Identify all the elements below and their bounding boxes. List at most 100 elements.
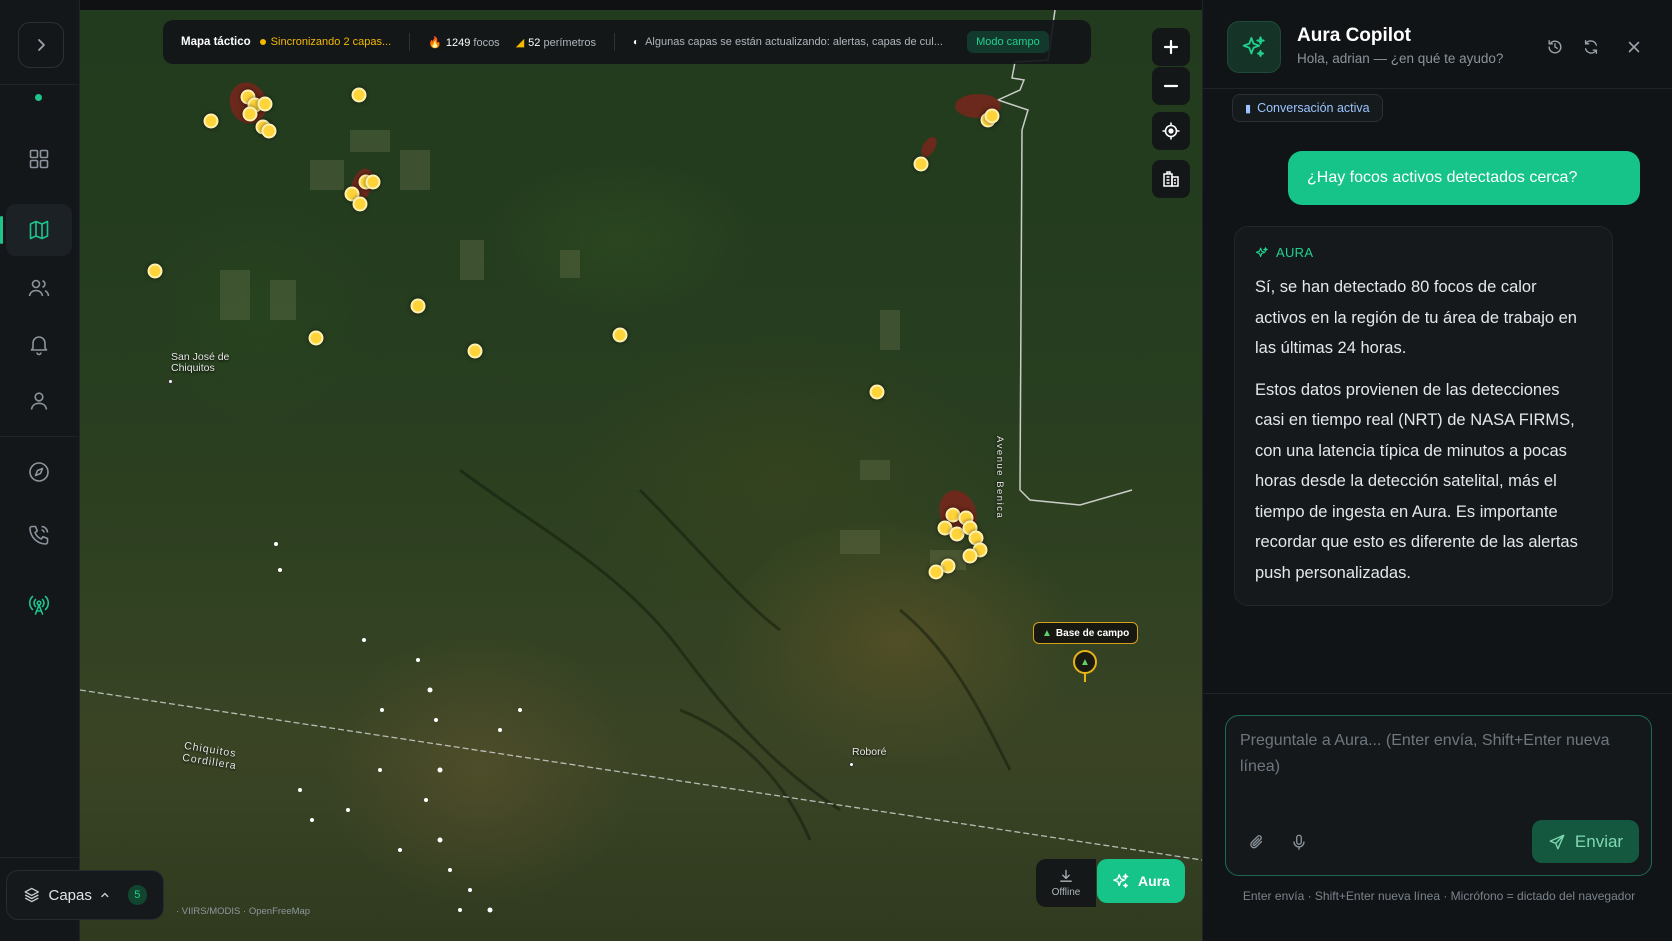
town-label-san-jose: San José de Chiquitos: [171, 351, 230, 374]
history-button[interactable]: [1544, 36, 1566, 58]
town-marker: [168, 379, 173, 384]
road-label: Avenue Benica: [994, 436, 1005, 520]
fire-hotspot[interactable]: [984, 108, 1000, 124]
rail-divider: [0, 857, 80, 858]
send-icon: [1549, 834, 1565, 849]
plus-icon: [1163, 39, 1179, 55]
close-icon: [1628, 41, 1640, 53]
rail-divider: [0, 84, 80, 85]
refresh-icon: [1584, 40, 1598, 54]
perimeters-count: 52: [528, 36, 541, 49]
tent-icon: ▲: [1080, 656, 1090, 668]
tactical-map[interactable]: San José de Chiquitos Roboré Chiquitos C…: [80, 10, 1202, 941]
town-label-robore: Roboré: [852, 746, 887, 758]
locate-button[interactable]: [1152, 112, 1190, 150]
map-status-bar: Mapa táctico Sincronizando 2 capas... 🔥 1…: [163, 20, 1091, 64]
nav-team[interactable]: [6, 262, 72, 314]
flame-icon: 🔥: [428, 36, 442, 49]
nav-dashboard[interactable]: [6, 133, 72, 185]
fire-hotspot[interactable]: [352, 196, 368, 212]
chat-bubble-icon: ▮: [1245, 102, 1252, 115]
divider: [409, 33, 411, 51]
sparkles-icon: [1113, 873, 1129, 888]
sparkles-icon: [1242, 36, 1265, 58]
zoom-in-button[interactable]: [1152, 28, 1190, 66]
building-icon: [1163, 171, 1179, 187]
app: San José de Chiquitos Roboré Chiquitos C…: [0, 0, 1672, 941]
panel-title: Aura Copilot: [1297, 25, 1411, 46]
microphone-button[interactable]: [1288, 831, 1310, 853]
fire-hotspot[interactable]: [365, 174, 381, 190]
panel-subtitle: Hola, adrian — ¿en qué te ayudo?: [1297, 51, 1504, 66]
fire-hotspot[interactable]: [467, 343, 483, 359]
conversation-status-chip: ▮ Conversación activa: [1232, 94, 1383, 122]
download-icon: [1060, 869, 1072, 882]
layers-warning: Algunas capas se están actualizando: ale…: [645, 36, 943, 48]
crosshair-icon: [1162, 122, 1180, 140]
fire-hotspot[interactable]: [962, 548, 978, 564]
user-icon: [30, 392, 48, 410]
expand-sidebar-button[interactable]: [18, 22, 64, 68]
new-chat-button[interactable]: [1580, 36, 1602, 58]
aura-button-label: Aura: [1138, 873, 1170, 889]
map-icon: [29, 220, 49, 240]
layers-toggle[interactable]: Capas 5: [6, 870, 164, 920]
nav-explore[interactable]: [6, 446, 72, 498]
perimeters-unit: perímetros: [543, 36, 597, 49]
fire-hotspot[interactable]: [308, 330, 324, 346]
panel-divider: [1203, 88, 1672, 89]
zoom-out-button[interactable]: [1152, 67, 1190, 105]
fire-hotspot[interactable]: [351, 87, 367, 103]
base-camp-text: Base de campo: [1055, 627, 1130, 639]
phone-call-icon: [29, 525, 49, 545]
layers-icon: [24, 887, 39, 903]
message-input[interactable]: [1240, 728, 1636, 792]
perimeters-stat[interactable]: ◢ 52 perímetros: [516, 36, 596, 49]
fire-hotspot[interactable]: [261, 123, 277, 139]
radio-tower-icon: [28, 595, 50, 615]
users-icon: [28, 279, 50, 297]
conversation-status: Conversación activa: [1257, 101, 1370, 115]
status-dot: [35, 94, 42, 101]
fire-hotspot[interactable]: [410, 298, 426, 314]
bell-icon: [30, 336, 48, 356]
fire-hotspot[interactable]: [203, 113, 219, 129]
nav-profile[interactable]: [6, 375, 72, 427]
rail-divider: [0, 436, 80, 437]
chevron-right-icon: [38, 39, 45, 51]
history-icon: [1548, 40, 1562, 54]
fire-hotspot[interactable]: [928, 564, 944, 580]
layers-count-badge: 5: [127, 885, 147, 905]
nav-alerts[interactable]: [6, 318, 72, 370]
fire-hotspot[interactable]: [147, 263, 163, 279]
nav-map[interactable]: [0, 204, 72, 256]
assistant-name: AURA: [1276, 245, 1314, 260]
tent-icon: ▲: [1042, 627, 1052, 639]
left-rail: [0, 0, 80, 941]
fires-count: 1249: [445, 36, 471, 49]
nav-calls[interactable]: [6, 509, 72, 561]
microphone-icon: [1293, 834, 1305, 850]
fire-hotspot[interactable]: [612, 327, 628, 343]
close-panel-button[interactable]: [1623, 36, 1645, 58]
fire-hotspot[interactable]: [913, 156, 929, 172]
compass-icon: [29, 462, 49, 482]
send-button[interactable]: Enviar: [1532, 820, 1639, 863]
copilot-logo: [1227, 21, 1281, 73]
field-mode-toggle[interactable]: Modo campo: [967, 31, 1049, 53]
fire-hotspot[interactable]: [869, 384, 885, 400]
assistant-paragraph: Sí, se han detectado 80 focos de calor a…: [1255, 278, 1577, 357]
chevron-up-icon: [101, 892, 109, 898]
fire-hotspot[interactable]: [257, 96, 273, 112]
nav-broadcast[interactable]: [6, 579, 72, 631]
offline-button[interactable]: Offline: [1036, 859, 1096, 907]
attach-button[interactable]: [1246, 831, 1268, 853]
base-camp-label[interactable]: ▲ Base de campo: [1033, 622, 1139, 644]
assistant-label: AURA: [1255, 245, 1592, 260]
fires-stat[interactable]: 🔥 1249 focos: [428, 36, 500, 49]
buildings-3d-button[interactable]: [1152, 160, 1190, 198]
aura-button[interactable]: Aura: [1097, 859, 1185, 903]
base-camp-marker[interactable]: ▲: [1073, 650, 1097, 674]
map-attribution: · VIIRS/MODIS · OpenFreeMap: [176, 906, 311, 917]
fire-hotspot[interactable]: [242, 106, 258, 122]
